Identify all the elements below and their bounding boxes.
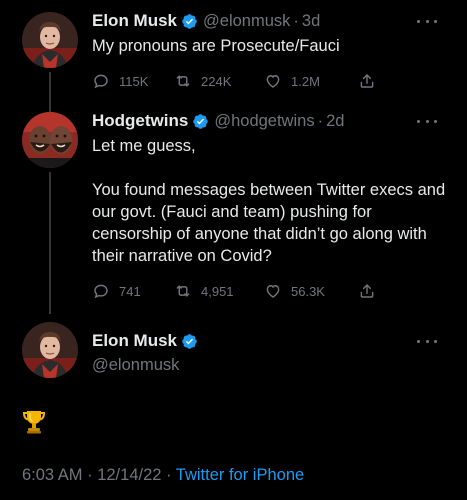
- reply-count: 115K: [119, 73, 149, 89]
- tweet-header: Elon Musk @elonmusk · 3d: [92, 10, 453, 32]
- verified-badge-icon: [181, 13, 198, 30]
- separator-dot: ·: [293, 11, 299, 30]
- verified-badge-icon: [181, 333, 198, 350]
- retweet-count: 4,951: [201, 283, 234, 299]
- share-icon: [360, 74, 374, 88]
- like-icon: [266, 285, 280, 298]
- like-count: 1.2M: [291, 73, 320, 89]
- author-name[interactable]: Elon Musk: [92, 331, 177, 351]
- main-tweet-header: Elon Musk: [92, 330, 453, 352]
- verified-badge-icon: [192, 113, 209, 130]
- retweet-count: 224K: [201, 73, 232, 89]
- tweet-header: Hodgetwins @hodgetwins · 2d: [92, 110, 453, 132]
- tweet-time[interactable]: 3d: [302, 12, 320, 31]
- main-tweet-author[interactable]: Elon Musk @elonmusk: [92, 330, 453, 375]
- reply-button[interactable]: 115K: [92, 72, 174, 90]
- elon-avatar-image: [22, 322, 78, 378]
- tweet-1[interactable]: Elon Musk @elonmusk · 3d My pronouns are…: [92, 10, 453, 91]
- tweet-text: Let me guess, You found messages between…: [92, 137, 446, 265]
- retweet-button[interactable]: 224K: [174, 72, 264, 90]
- reply-icon: [94, 74, 108, 89]
- tweet-time[interactable]: 2d: [326, 112, 344, 131]
- retweet-icon: [176, 75, 190, 87]
- author-name[interactable]: Hodgetwins: [92, 111, 188, 131]
- hodgetwins-avatar-image: [22, 112, 78, 168]
- like-button[interactable]: 1.2M: [264, 72, 358, 90]
- retweet-button[interactable]: 4,951: [174, 282, 264, 300]
- like-button[interactable]: 56.3K: [264, 282, 358, 300]
- author-handle[interactable]: @elonmusk: [92, 356, 453, 375]
- tweet-actions: 741 4,951 56.3K: [92, 281, 453, 301]
- reply-button[interactable]: 741: [92, 282, 174, 300]
- tweet-actions: 115K 224K 1.2M: [92, 71, 453, 91]
- share-button[interactable]: [358, 72, 376, 90]
- elon-avatar-image: [22, 12, 78, 68]
- author-handle[interactable]: @elonmusk: [203, 12, 290, 31]
- like-icon: [266, 75, 280, 88]
- thread-line-1: [49, 72, 51, 112]
- avatar[interactable]: [22, 12, 78, 68]
- like-count: 56.3K: [291, 283, 325, 299]
- avatar[interactable]: [22, 112, 78, 168]
- avatar[interactable]: [22, 322, 78, 378]
- more-icon[interactable]: [417, 14, 437, 28]
- retweet-icon: [176, 285, 190, 297]
- more-icon[interactable]: [417, 334, 437, 348]
- tweet-timestamp: 6:03 AM · 12/14/22 · Twitter for iPhone: [22, 466, 304, 485]
- thread-line-2: [49, 172, 51, 314]
- timestamp-text[interactable]: 6:03 AM · 12/14/22 ·: [22, 466, 176, 484]
- client-link[interactable]: Twitter for iPhone: [176, 466, 304, 484]
- author-name[interactable]: Elon Musk: [92, 11, 177, 31]
- tweet-thread-page: Elon Musk @elonmusk · 3d My pronouns are…: [0, 0, 467, 500]
- author-handle[interactable]: @hodgetwins: [214, 112, 314, 131]
- more-icon[interactable]: [417, 114, 437, 128]
- reply-icon: [94, 284, 108, 299]
- tweet-2[interactable]: Hodgetwins @hodgetwins · 2d Let me guess…: [92, 110, 453, 301]
- share-icon: [360, 284, 374, 298]
- separator-dot: ·: [317, 111, 324, 130]
- reply-count: 741: [119, 283, 141, 299]
- tweet-text: My pronouns are Prosecute/Fauci: [92, 37, 340, 55]
- share-button[interactable]: [358, 282, 376, 300]
- trophy-emoji: [22, 408, 46, 434]
